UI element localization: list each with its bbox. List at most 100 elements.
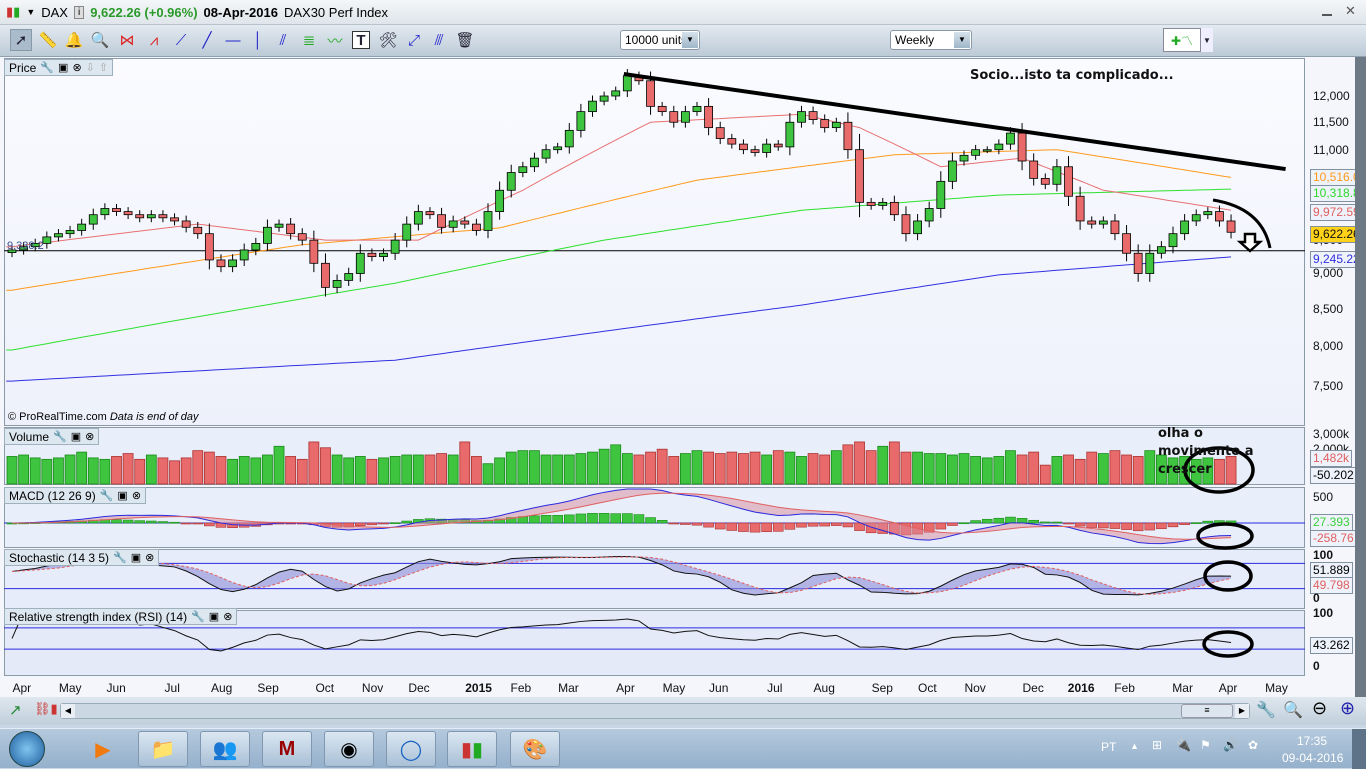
action-center-icon[interactable]: ⚑ [1200, 738, 1211, 752]
macd-histogram-bar [935, 522, 947, 530]
zoom-in-icon[interactable]: ⊕ [1340, 698, 1355, 719]
explorer-icon[interactable]: 📁 [138, 731, 188, 767]
start-button[interactable] [9, 731, 45, 767]
volume-bar [29, 457, 41, 485]
volume-bar [308, 441, 320, 485]
window-icon[interactable]: ▣ [71, 430, 81, 443]
volume-bar [772, 450, 784, 485]
mcafee-icon[interactable]: M [262, 731, 312, 767]
close-pane-icon[interactable]: ⊗ [223, 610, 232, 623]
macd-histogram-bar [981, 518, 993, 524]
macd-histogram-bar [1202, 520, 1214, 524]
scroll-right-icon[interactable]: ▶ [1235, 704, 1249, 718]
close-pane-icon[interactable]: ⊗ [85, 430, 94, 443]
export-icon[interactable]: ↗ [9, 701, 22, 719]
macd-histogram-bar [598, 513, 610, 524]
volume-bar [343, 457, 355, 485]
media-player-icon[interactable]: ▶ [78, 731, 128, 767]
chart-settings-icon[interactable]: 🔧 [1256, 700, 1276, 720]
month-label: 2016 [1067, 681, 1095, 695]
volume-value-2: -50.202 [1310, 467, 1357, 484]
price-pane-header: Price 🔧 ▣ ⊗ ⇩ ⇧ [4, 59, 114, 76]
window-icon[interactable]: ▣ [131, 551, 141, 564]
language-indicator[interactable]: PT [1101, 740, 1116, 754]
auto-zoom-icon[interactable]: 🔍 [1283, 700, 1303, 720]
macd-histogram-bar [587, 513, 598, 524]
power-icon[interactable]: 🔌 [1176, 738, 1191, 752]
candle-body [1156, 246, 1166, 254]
volume-bar [1132, 456, 1144, 485]
show-hidden-icons[interactable]: ▲ [1130, 741, 1139, 751]
wrench-icon[interactable]: 🔧 [53, 430, 67, 443]
zoom-out-icon[interactable]: ⊖ [1312, 698, 1327, 719]
scroll-thumb[interactable]: ≡ [1181, 704, 1233, 718]
clock-date[interactable]: 09-04-2016 [1282, 751, 1343, 765]
horizontal-scrollbar[interactable]: ◀ ≡ ▶ [60, 703, 1250, 719]
month-label: Mar [1172, 681, 1193, 695]
volume-bar [993, 456, 1005, 485]
volume-bar [633, 454, 645, 485]
prorealtime-icon[interactable]: ▮ ▮ [447, 731, 497, 767]
candle-body [727, 138, 737, 145]
month-label: May [58, 681, 82, 695]
month-label: May [662, 681, 686, 695]
volume-bar [64, 454, 76, 485]
volume-bar [1097, 453, 1109, 485]
macd-histogram-bar [668, 522, 680, 525]
candle-body [1040, 177, 1050, 185]
window-icon[interactable]: ▣ [117, 489, 127, 502]
wrench-icon[interactable]: 🔧 [100, 489, 114, 502]
month-label: Apr [616, 681, 635, 695]
volume-bar [691, 450, 703, 485]
macd-histogram-bar [1051, 521, 1063, 524]
move-up-icon[interactable]: ⇧ [99, 61, 108, 74]
macd-histogram-bar [157, 521, 169, 524]
chrome-icon[interactable]: ◉ [324, 731, 374, 767]
candle-body [1017, 132, 1027, 162]
candle-body [413, 211, 423, 225]
move-down-icon[interactable]: ⇩ [86, 61, 95, 74]
show-desktop-button[interactable] [1352, 729, 1366, 769]
paint-icon[interactable]: 🎨 [510, 731, 560, 767]
clock-time[interactable]: 17:35 [1297, 734, 1327, 748]
macd-histogram-bar [1039, 521, 1051, 524]
volume-bar [598, 448, 610, 485]
volume-bar [668, 456, 680, 485]
volume-bar [99, 458, 111, 485]
moving-average-blue [6, 256, 1232, 382]
candle-body [425, 211, 435, 216]
volume-bar [575, 453, 587, 485]
close-pane-icon[interactable]: ⊗ [145, 551, 154, 564]
volume-bar [482, 463, 494, 485]
candle-body [100, 208, 110, 216]
wrench-icon[interactable]: 🔧 [113, 551, 127, 564]
messenger-icon[interactable]: 👥 [200, 731, 250, 767]
wrench-icon[interactable]: 🔧 [40, 61, 54, 74]
close-pane-icon[interactable]: ⊗ [132, 489, 141, 502]
month-label: Aug [813, 681, 835, 695]
wrench-icon[interactable]: 🔧 [191, 610, 205, 623]
network-icon[interactable]: ✿ [1248, 738, 1258, 752]
volume-bar [807, 453, 819, 485]
chart-type-icon[interactable]: ⛓▮ [34, 701, 58, 717]
candle-body [1168, 233, 1178, 248]
scroll-left-icon[interactable]: ◀ [61, 704, 75, 718]
candle-body [146, 214, 156, 219]
volume-bar [656, 448, 668, 485]
candle-body [239, 249, 249, 261]
candle-body [855, 149, 864, 203]
windows-flag-icon[interactable]: ⊞ [1152, 738, 1162, 752]
app-icon[interactable]: ◯ [386, 731, 436, 767]
candle-body [773, 143, 783, 148]
window-icon[interactable]: ▣ [58, 61, 68, 74]
window-icon[interactable]: ▣ [209, 610, 219, 623]
candle-body [332, 279, 342, 288]
candle-body [437, 214, 446, 228]
macd-histogram-bar [772, 522, 784, 532]
vertical-scrollbar[interactable] [1355, 57, 1366, 697]
volume-bar [250, 457, 262, 485]
close-pane-icon[interactable]: ⊗ [72, 61, 81, 74]
volume-icon[interactable]: 🔊 [1223, 738, 1238, 752]
macd-histogram-bar [1121, 522, 1132, 530]
volume-bar [877, 445, 889, 485]
